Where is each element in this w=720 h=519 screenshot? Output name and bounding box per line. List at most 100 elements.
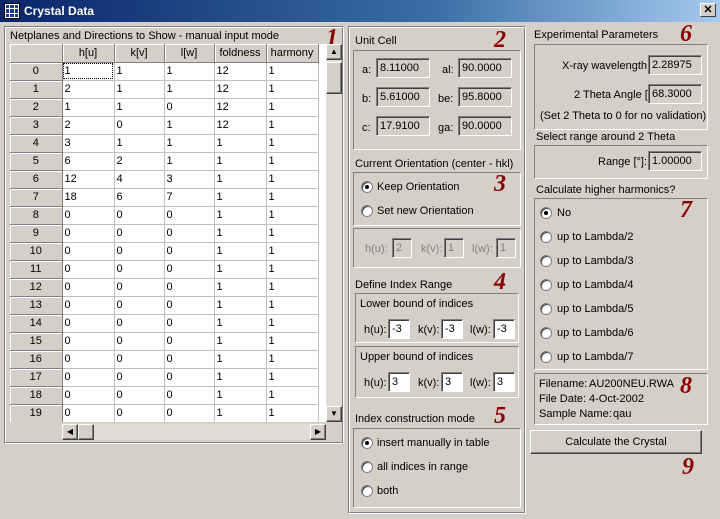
scroll-right-icon[interactable]: ▶ xyxy=(310,424,326,440)
table-cell[interactable]: 0 xyxy=(164,242,215,261)
mode-both-radio[interactable] xyxy=(361,485,373,497)
table-row[interactable]: 7 18 6 7 1 1 xyxy=(10,188,319,207)
table-row[interactable]: 6 12 4 3 1 1 xyxy=(10,170,319,189)
set-orientation-label[interactable]: Set new Orientation xyxy=(377,205,474,217)
range-field[interactable]: 1.00000 xyxy=(648,151,702,171)
table-cell[interactable]: 1 xyxy=(266,296,319,315)
table-cell[interactable]: 1 xyxy=(164,134,215,153)
table-cell[interactable]: 1 xyxy=(114,134,165,153)
table-cell[interactable]: 0 xyxy=(114,242,165,261)
table-cell[interactable]: 0 xyxy=(114,332,165,351)
harmonic-option-radio[interactable] xyxy=(540,351,552,363)
table-cell[interactable]: 0 xyxy=(114,368,165,387)
table-cell[interactable]: 0 xyxy=(62,224,115,243)
scroll-down-icon[interactable]: ▼ xyxy=(326,406,342,422)
table-cell[interactable]: 1 xyxy=(164,62,215,81)
b-field[interactable]: 5.61000 xyxy=(376,87,430,107)
table-row[interactable]: 900011 xyxy=(10,224,319,243)
table-cell[interactable]: 0 xyxy=(164,314,215,333)
row-header[interactable]: 13 xyxy=(10,296,63,315)
table-cell[interactable]: 0 xyxy=(164,386,215,405)
orient-h-field[interactable]: 2 xyxy=(392,238,412,258)
table-row[interactable]: 13 0 0 0 1 1 xyxy=(10,296,319,315)
wavelength-field[interactable]: 2.28975 xyxy=(648,55,702,75)
scroll-thumb[interactable] xyxy=(326,62,342,94)
table-cell[interactable]: 1 xyxy=(214,188,267,207)
table-cell[interactable]: 1 xyxy=(266,152,319,171)
table-cell[interactable]: 18 xyxy=(62,188,115,207)
row-header[interactable]: 3 xyxy=(10,116,63,135)
table-cell[interactable]: 0 xyxy=(164,368,215,387)
table-cell[interactable]: 1 xyxy=(114,98,165,117)
table-cell[interactable]: 1 xyxy=(214,296,267,315)
harmonic-option-radio[interactable] xyxy=(540,303,552,315)
table-cell[interactable]: 1 xyxy=(214,332,267,351)
table-cell[interactable]: 0 xyxy=(114,116,165,135)
row-header[interactable]: 14 xyxy=(10,314,63,333)
row-header[interactable]: 18 xyxy=(10,386,63,405)
row-header[interactable]: 2 xyxy=(10,98,63,117)
table-cell[interactable]: 1 xyxy=(164,152,215,171)
table-cell[interactable]: 1 xyxy=(266,62,319,81)
set-orientation-radio[interactable] xyxy=(361,205,373,217)
harmonic-option-label[interactable]: up to Lambda/5 xyxy=(557,303,633,315)
table-cell[interactable]: 0 xyxy=(164,278,215,297)
table-cell[interactable]: 0 xyxy=(114,278,165,297)
lower-l-field[interactable]: -3 xyxy=(493,319,515,339)
table-cell[interactable]: 0 xyxy=(164,260,215,279)
table-cell[interactable]: 1 xyxy=(62,62,115,81)
table-cell[interactable]: 0 xyxy=(164,296,215,315)
c-field[interactable]: 17.9100 xyxy=(376,116,430,136)
table-cell[interactable]: 1 xyxy=(214,350,267,369)
table-row[interactable]: 17 0 0 0 1 1 xyxy=(10,368,319,387)
table-cell[interactable]: 2 xyxy=(62,116,115,135)
table-cell[interactable]: 0 xyxy=(114,206,165,225)
row-header[interactable]: 19 xyxy=(10,404,63,422)
table-cell[interactable]: 0 xyxy=(164,224,215,243)
table-cell[interactable]: 6 xyxy=(114,188,165,207)
table-cell[interactable]: 1 xyxy=(266,116,319,135)
table-cell[interactable]: 0 xyxy=(114,260,165,279)
harmonic-option-label[interactable]: up to Lambda/3 xyxy=(557,255,633,267)
harmonic-option-label[interactable]: up to Lambda/4 xyxy=(557,279,633,291)
table-row[interactable]: 14 0 0 0 1 1 xyxy=(10,314,319,333)
table-cell[interactable]: 6 xyxy=(62,152,115,171)
row-header[interactable]: 8 xyxy=(10,206,63,225)
table-cell[interactable]: 1 xyxy=(266,314,319,333)
table-row[interactable]: 10 0 0 0 1 1 xyxy=(10,242,319,261)
table-cell[interactable]: 1 xyxy=(266,224,319,243)
table-row[interactable]: 1 2 1 1 12 1 xyxy=(10,80,319,99)
row-header[interactable]: 0 xyxy=(10,62,63,81)
table-cell[interactable]: 1 xyxy=(214,404,267,422)
upper-k-field[interactable]: 3 xyxy=(441,372,463,392)
table-cell[interactable]: 1 xyxy=(62,98,115,117)
table-cell[interactable]: 2 xyxy=(62,80,115,99)
table-cell[interactable]: 0 xyxy=(62,296,115,315)
beta-field[interactable]: 95.8000 xyxy=(458,87,512,107)
table-cell[interactable]: 1 xyxy=(214,206,267,225)
table-row[interactable]: 18 0 0 0 1 1 xyxy=(10,386,319,405)
upper-h-field[interactable]: 3 xyxy=(388,372,410,392)
row-header[interactable]: 16 xyxy=(10,350,63,369)
harmonic-option-radio[interactable] xyxy=(540,327,552,339)
table-cell[interactable]: 0 xyxy=(62,332,115,351)
alpha-field[interactable]: 90.0000 xyxy=(458,58,512,78)
table-cell[interactable]: 1 xyxy=(266,404,319,422)
table-cell[interactable]: 0 xyxy=(164,98,215,117)
table-cell[interactable]: 0 xyxy=(114,314,165,333)
table-row[interactable]: 11 0 0 0 1 1 xyxy=(10,260,319,279)
table-cell[interactable]: 1 xyxy=(266,368,319,387)
keep-orientation-label[interactable]: Keep Orientation xyxy=(377,181,460,193)
row-header[interactable]: 17 xyxy=(10,368,63,387)
row-header[interactable]: 4 xyxy=(10,134,63,153)
column-header[interactable]: l[w] xyxy=(164,44,215,63)
table-cell[interactable]: 1 xyxy=(114,80,165,99)
table-cell[interactable]: 1 xyxy=(214,260,267,279)
table-cell[interactable]: 1 xyxy=(266,386,319,405)
harmonic-option-radio[interactable] xyxy=(540,231,552,243)
table-cell[interactable]: 0 xyxy=(62,368,115,387)
mode-both-label[interactable]: both xyxy=(377,485,398,497)
table-cell[interactable]: 1 xyxy=(214,242,267,261)
mode-all-label[interactable]: all indices in range xyxy=(377,461,468,473)
table-cell[interactable]: 0 xyxy=(114,404,165,422)
